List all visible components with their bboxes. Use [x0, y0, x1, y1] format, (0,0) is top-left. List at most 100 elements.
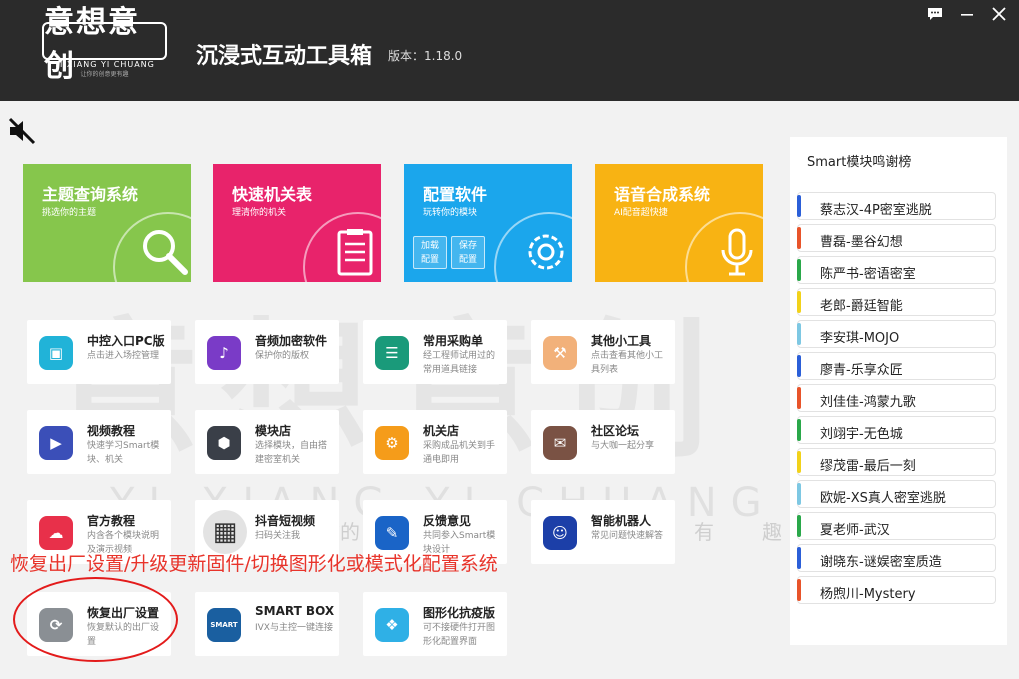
card-title: 音频加密软件 [255, 334, 328, 348]
thanks-label: 缪茂雷-最后一刻 [820, 459, 916, 474]
card-title: 中控入口PC版 [87, 334, 165, 348]
logo-text: 意想意创 [42, 5, 167, 84]
panel-title: Smart模块鸣谢榜 [807, 155, 912, 170]
tile-subtitle: 玩转你的模块 [423, 208, 478, 218]
chat-icon: ✉ [543, 426, 577, 460]
card-title: 机关店 [423, 424, 460, 438]
tool-card[interactable]: ⟳ 恢复出厂设置 恢复默认的出厂设置 [27, 592, 171, 656]
button-label: 保存 配置 [458, 241, 477, 265]
color-bar [797, 547, 801, 569]
card-subtitle: 点击查看其他小工具列表 [591, 351, 664, 375]
thanks-item: 欧妮-XS真人密室逃脱 [797, 480, 996, 508]
tool-card[interactable]: ▣ 中控入口PC版 点击进入场控管理 [27, 320, 171, 384]
thanks-label: 陈严书-密语密室 [820, 267, 916, 282]
watermark-text: 有 [694, 520, 714, 544]
color-bar [797, 291, 801, 313]
save-config-button[interactable]: 保存 配置 [451, 236, 485, 269]
color-bar [797, 259, 801, 281]
card-title: 抖音短视频 [255, 514, 316, 528]
color-bar [797, 515, 801, 537]
tool-card[interactable]: ☰ 常用采购单 经工程师试用过的常用道具链接 [363, 320, 507, 384]
gears-icon: ⚙ [375, 426, 409, 460]
card-title: 其他小工具 [591, 334, 652, 348]
card-subtitle: 与大咖一起分享 [591, 441, 655, 451]
monitor-icon: ▣ [39, 336, 73, 370]
thanks-label: 谢晓东-谜娱密室质造 [820, 555, 942, 570]
music-note-icon: ♪ [207, 336, 241, 370]
tool-card[interactable]: ⚒ 其他小工具点击查看其他小工具列表 [531, 320, 675, 384]
tool-card[interactable]: ⚙ 机关店采购成品机关到手通电即用 [363, 410, 507, 474]
card-subtitle: 恢复默认的出厂设置 [87, 623, 160, 647]
thanks-item: 李安琪-MOJO [797, 320, 996, 348]
mute-icon[interactable] [7, 116, 37, 146]
thanks-label: 曹磊-墨谷幻想 [820, 235, 903, 250]
tile-topic-query[interactable]: 主题查询系统 挑选你的主题 [23, 164, 191, 282]
thanks-item: 曹磊-墨谷幻想 [797, 224, 996, 252]
color-bar [797, 387, 801, 409]
thanks-label: 刘翊宇-无色城 [820, 427, 903, 442]
thanks-label: 杨煦川-Mystery [820, 587, 916, 602]
title-bar: 意想意创 YI XIANG YI CHUANG 让你的创意更有趣 沉浸式互动工具… [0, 0, 1019, 101]
close-icon[interactable] [988, 4, 1010, 24]
thanks-item: 廖青-乐享众匠 [797, 352, 996, 380]
card-title: 智能机器人 [591, 514, 652, 528]
tile-subtitle: 挑选你的主题 [42, 208, 97, 218]
magnifier-icon [143, 230, 188, 275]
tile-subtitle: AI配音超快捷 [614, 208, 668, 218]
card-title: 模块店 [255, 424, 292, 438]
hexagon-icon: ⬢ [207, 426, 241, 460]
qr-code-icon: ▦ [203, 510, 247, 554]
tool-card[interactable]: ▶ 视频教程 快速学习Smart模块、机关 [27, 410, 171, 474]
minimize-icon[interactable] [956, 4, 978, 24]
thanks-label: 夏老师-武汉 [820, 523, 890, 538]
thanks-label: 廖青-乐享众匠 [820, 363, 903, 378]
version-label: 版本：1.18.0 [388, 49, 463, 63]
watermark-text: 趣 [762, 520, 782, 544]
card-title: SMART BOX [255, 604, 335, 618]
tool-card[interactable]: ⬢ 模块店选择模块，自由搭建密室机关 [195, 410, 339, 474]
robot-icon: ☺ [543, 516, 577, 550]
tool-card[interactable]: ☺ 智能机器人 常见问题快速解答 [531, 500, 675, 564]
tile-subtitle: 理清你的机关 [232, 208, 287, 218]
card-subtitle: 选择模块，自由搭建密室机关 [255, 441, 328, 465]
load-config-button[interactable]: 加载 配置 [413, 236, 447, 269]
card-subtitle: 采购成品机关到手通电即用 [423, 441, 496, 465]
thanks-item: 刘佳佳-鸿蒙九歌 [797, 384, 996, 412]
card-title: 常用采购单 [423, 334, 484, 348]
thanks-item: 缪茂雷-最后一刻 [797, 448, 996, 476]
annotation-text: 恢复出厂设置/升级更新固件/切换图形化或模式化配置系统 [10, 553, 498, 575]
tool-card[interactable]: SMART SMART BOX IVX与主控一键连接 [195, 592, 339, 656]
thanks-item: 刘翊宇-无色城 [797, 416, 996, 444]
cloud-icon: ☁ [39, 516, 73, 550]
card-subtitle: 可不接硬件打开图形化配置界面 [423, 623, 496, 647]
watermark: 意想意创 [50, 303, 731, 479]
thanks-item: 谢晓东-谜娱密室质造 [797, 544, 996, 572]
tool-card[interactable]: ❖ 图形化抗疫版 可不接硬件打开图形化配置界面 [363, 592, 507, 656]
card-subtitle: 快速学习Smart模块、机关 [87, 441, 160, 465]
thanks-panel: Smart模块鸣谢榜 蔡志汉-4P密室逃脱 曹磊-墨谷幻想 陈严书-密语密室 老郎-爵… [790, 137, 1007, 645]
tile-config-software[interactable]: 配置软件 玩转你的模块 加载 配置 保存 配置 [404, 164, 572, 282]
tile-quick-mechanism[interactable]: 快速机关表 理清你的机关 [213, 164, 381, 282]
card-title: 视频教程 [87, 424, 136, 438]
gear-chip-icon [528, 234, 564, 270]
color-bar [797, 323, 801, 345]
card-subtitle: 经工程师试用过的常用道具链接 [423, 351, 496, 375]
tool-card[interactable]: ✉ 社区论坛 与大咖一起分享 [531, 410, 675, 474]
tile-title: 主题查询系统 [42, 185, 139, 204]
color-bar [797, 227, 801, 249]
tool-card[interactable]: ♪ 音频加密软件 保护你的版权 [195, 320, 339, 384]
toolbox-icon: ⚒ [543, 336, 577, 370]
card-subtitle: 扫码关注我 [255, 531, 301, 541]
logo: 意想意创 YI XIANG YI CHUANG 让你的创意更有趣 [42, 5, 167, 84]
message-icon[interactable] [924, 4, 946, 24]
tile-speech-synthesis[interactable]: 语音合成系统 AI配音超快捷 [595, 164, 763, 282]
card-title: 官方教程 [87, 514, 136, 528]
thanks-label: 刘佳佳-鸿蒙九歌 [820, 395, 916, 410]
reset-icon: ⟳ [39, 608, 73, 642]
smart-box-icon: SMART [207, 608, 241, 642]
thanks-item: 陈严书-密语密室 [797, 256, 996, 284]
logo-subtitle: YI XIANG YI CHUANG [54, 60, 155, 69]
color-bar [797, 483, 801, 505]
app-title: 沉浸式互动工具箱 [196, 44, 373, 69]
card-title: 反馈意见 [423, 514, 472, 528]
